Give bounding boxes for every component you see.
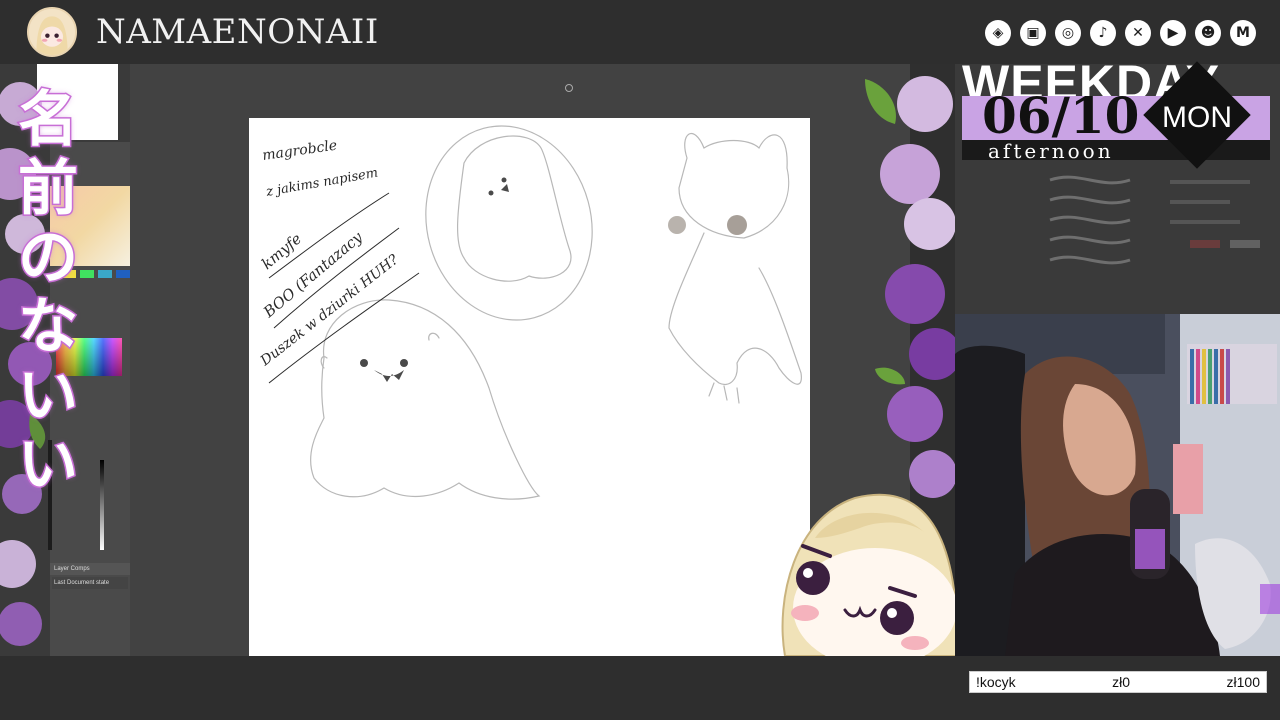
instagram-icon[interactable]: ◎ — [1055, 20, 1081, 46]
youtube-icon[interactable]: ▶ — [1160, 20, 1186, 46]
discord-icon[interactable]: ☻ — [1195, 20, 1221, 46]
japanese-channel-title: 名前のないい — [17, 84, 80, 501]
webcam-feed — [955, 314, 1280, 656]
note-line-3: kmyfe — [258, 229, 305, 273]
gmail-icon[interactable]: M — [1230, 20, 1256, 46]
tiktok-icon[interactable]: ♪ — [1090, 20, 1116, 46]
brush-cursor — [565, 84, 573, 92]
goal-target: zł100 — [1226, 674, 1260, 690]
note-line-4: BOO (Fantazacy — [259, 228, 366, 322]
channel-avatar — [27, 7, 77, 57]
drawing-canvas[interactable]: magrobcle z jakims napisem kmyfe BOO (Fa… — [249, 118, 810, 656]
swatch-blue[interactable] — [116, 270, 130, 278]
channel-name: NAMAENONAII — [96, 12, 379, 52]
streamlabs-icon[interactable]: ◈ — [985, 20, 1011, 46]
brush-strokes-preview — [1049, 175, 1260, 265]
x-icon[interactable]: ✕ — [1125, 20, 1151, 46]
note-line-2: z jakims napisem — [264, 166, 379, 201]
stream-date: 06/10 — [982, 86, 1140, 145]
time-of-day: afternoon — [988, 139, 1114, 163]
donation-goal-bar: !kocyk zł0 zł100 — [969, 671, 1267, 693]
swatch-teal[interactable] — [98, 270, 112, 278]
goal-command: !kocyk — [976, 674, 1016, 690]
goal-current: zł0 — [1112, 674, 1131, 690]
social-icons: ◈ ▣ ◎ ♪ ✕ ▶ ☻ M — [985, 20, 1256, 46]
sketch-layer: magrobcle z jakims napisem kmyfe BOO (Fa… — [257, 125, 802, 500]
note-line-1: magrobcle — [261, 138, 338, 164]
stream-day: MON — [1162, 101, 1232, 134]
stream-header: NAMAENONAII ◈ ▣ ◎ ♪ ✕ ▶ ☻ M — [0, 0, 1280, 64]
opacity-slider[interactable] — [100, 460, 104, 550]
chibi-mascot — [781, 493, 959, 656]
twitch-icon[interactable]: ▣ — [1020, 20, 1046, 46]
